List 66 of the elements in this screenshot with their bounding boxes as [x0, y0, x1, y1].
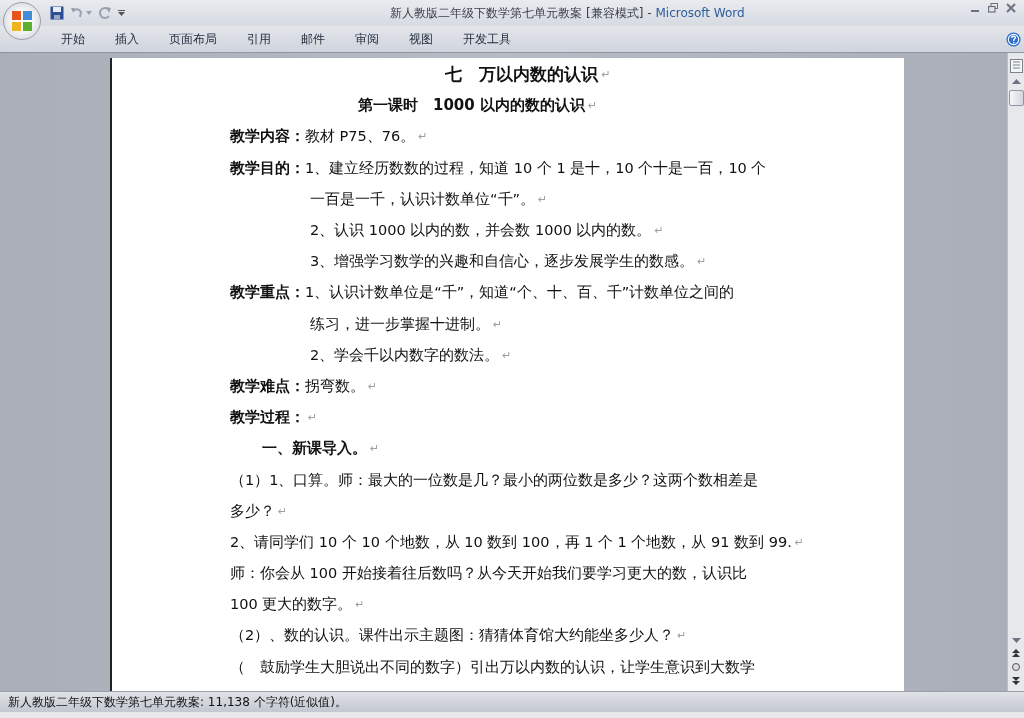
paragraph-mark: ↵: [308, 411, 318, 425]
field-label: 教学重点：: [230, 283, 305, 303]
paragraph-mark: ↵: [355, 598, 365, 612]
ribbon-tab[interactable]: 视图: [396, 26, 446, 52]
body-text: 一百是一千，认识计数单位“千”。: [310, 189, 536, 209]
section-heading: 一、新课导入。: [262, 439, 367, 459]
office-button[interactable]: [3, 2, 41, 40]
body-text: 练习，进一步掌握十进制。: [310, 314, 490, 334]
paragraph-mark: ↵: [502, 348, 512, 362]
previous-page-icon[interactable]: [1012, 649, 1020, 657]
paragraph-mark: ↵: [601, 68, 611, 82]
paragraph-mark: ↵: [697, 255, 707, 269]
restore-icon[interactable]: [988, 3, 998, 13]
field-label: 教学内容：: [230, 127, 305, 147]
office-logo-icon: [10, 9, 34, 33]
scroll-up-icon[interactable]: [1011, 79, 1021, 84]
status-text: 新人教版二年级下数学第七单元教案: 11,138 个字符(近似值)。: [8, 693, 348, 711]
paragraph-mark: ↵: [278, 504, 288, 518]
body-text: （1）1、口算。师：最大的一位数是几？最小的两位数是多少？这两个数相差是: [230, 470, 759, 490]
undo-icon[interactable]: [70, 6, 84, 20]
body-text: （2）、数的认识。课件出示主题图：猜猜体育馆大约能坐多少人？: [230, 626, 675, 646]
next-page-icon[interactable]: [1012, 677, 1020, 685]
ribbon-tab[interactable]: 引用: [234, 26, 284, 52]
paragraph-mark: ↵: [588, 99, 598, 113]
scroll-thumb[interactable]: [1008, 90, 1024, 106]
scroll-down-icon[interactable]: [1011, 638, 1021, 643]
customize-icon[interactable]: [118, 10, 125, 16]
ruler-icon[interactable]: [1009, 59, 1023, 73]
paragraph-mark: ↵: [370, 442, 380, 456]
body-text: 师：你会从 100 开始接着往后数吗？从今天开始我们要学习更大的数，认识比: [230, 564, 747, 584]
field-label: 教学过程：: [230, 408, 305, 428]
paragraph-mark: ↵: [677, 629, 687, 643]
ribbon-tab[interactable]: 开发工具: [450, 26, 524, 52]
help-icon[interactable]: [1006, 31, 1021, 47]
body-text: （ 鼓励学生大胆说出不同的数字）引出万以内数的认识，让学生意识到大数学: [230, 657, 755, 677]
ribbon-tab[interactable]: 审阅: [342, 26, 392, 52]
body-text: 2、请同学们 10 个 10 个地数，从 10 数到 100，再 1 个 1 个地数，从 91 数到 99.: [230, 532, 792, 552]
paragraph-mark: ↵: [368, 379, 378, 393]
ribbon-tab[interactable]: 开始: [48, 26, 98, 52]
browse-object-icon[interactable]: [1012, 663, 1020, 671]
ribbon-tab[interactable]: 插入: [102, 26, 152, 52]
field-text: 教材 P75、76。: [305, 127, 416, 147]
body-text: 多少？: [230, 501, 275, 521]
window-title: 新人教版二年级下数学第七单元教案 [兼容模式] - Microsoft Word: [389, 4, 746, 22]
body-text: 2、学会千以内数字的数法。: [310, 345, 500, 365]
redo-icon[interactable]: [98, 6, 112, 20]
document-title: 七 万以内数的认识: [445, 63, 599, 87]
save-icon[interactable]: [50, 6, 64, 20]
paragraph-mark: ↵: [418, 130, 428, 144]
field-text: 拐弯数。: [305, 376, 365, 396]
ribbon-tab[interactable]: 邮件: [288, 26, 338, 52]
body-text: 3、增强学习数学的兴趣和自信心，逐步发展学生的数感。: [310, 252, 695, 272]
field-label: 教学目的：: [230, 158, 305, 178]
body-text: 100 更大的数字。: [230, 595, 353, 615]
paragraph-mark: ↵: [654, 224, 664, 238]
field-text: 1、建立经历数数的过程，知道 10 个 1 是十，10 个十是一百，10 个: [305, 158, 767, 178]
field-label: 教学难点：: [230, 376, 305, 396]
body-text: 2、认识 1000 以内的数，并会数 1000 以内的数。: [310, 221, 652, 241]
ribbon-tab[interactable]: 页面布局: [156, 26, 230, 52]
paragraph-mark: ↵: [493, 317, 503, 331]
vertical-scrollbar[interactable]: [1007, 53, 1024, 691]
paragraph-mark: ↵: [794, 535, 804, 549]
close-icon[interactable]: [1006, 3, 1016, 13]
field-text: 1、认识计数单位是“千”，知道“个、十、百、千”计数单位之间的: [305, 283, 735, 303]
lesson-title: 第一课时 1000 以内的数的认识: [358, 96, 585, 116]
paragraph-mark: ↵: [538, 192, 548, 206]
